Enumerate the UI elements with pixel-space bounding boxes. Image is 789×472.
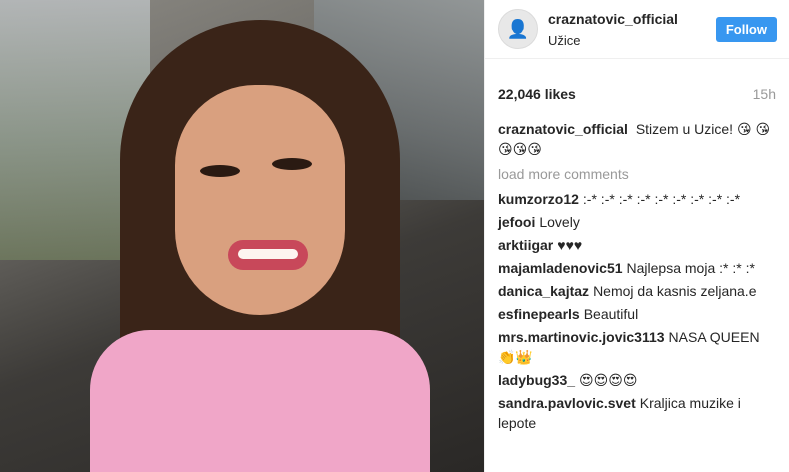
comment-item: ladybug33_ 😍😍😍😍 <box>498 370 776 390</box>
load-more-comments[interactable]: load more comments <box>498 166 776 182</box>
comment-item: danica_kajtaz Nemoj da kasnis zeljana.e <box>498 281 776 301</box>
comment-text: Lovely <box>539 214 580 230</box>
caption-username[interactable]: craznatovic_official <box>498 121 628 137</box>
post-sidebar: 👤 craznatovic_official Užice Follow 22,0… <box>484 0 789 472</box>
comment-text: Beautiful <box>583 306 639 322</box>
post-photo[interactable] <box>0 0 484 472</box>
comment-username[interactable]: jefooi <box>498 214 535 230</box>
comment-text: Najlepsa moja :* :* :* <box>626 260 755 276</box>
post-header: 👤 craznatovic_official Užice Follow <box>485 0 789 59</box>
comment-item: arktiigar ♥♥♥ <box>498 235 776 255</box>
follow-button[interactable]: Follow <box>715 16 777 42</box>
photo-eye-right <box>272 158 312 170</box>
comment-item: mrs.martinovic.jovic3113 NASA QUEEN👏👑 <box>498 327 776 367</box>
photo-smile <box>238 249 298 259</box>
user-avatar-icon: 👤 <box>506 18 530 39</box>
comment-text: 😍😍😍😍 <box>579 372 638 388</box>
comment-username[interactable]: esfinepearls <box>498 306 580 322</box>
avatar[interactable]: 👤 <box>498 9 538 49</box>
post-caption: craznatovic_official Stizem u Uzice! 😘 😘… <box>498 119 776 159</box>
post-location[interactable]: Užice <box>548 33 716 48</box>
comment-username[interactable]: majamladenovic51 <box>498 260 623 276</box>
comment-username[interactable]: sandra.pavlovic.svet <box>498 395 636 411</box>
comment-username[interactable]: ladybug33_ <box>498 372 575 388</box>
comment-item: kumzorzo12:-* :-* :-* :-* :-* :-* :-* :-… <box>498 189 776 209</box>
comment-text: Nemoj da kasnis zeljana.e <box>593 283 757 299</box>
photo-pink-top <box>90 330 430 472</box>
comment-username[interactable]: mrs.martinovic.jovic3113 <box>498 329 665 345</box>
comments-list: craznatovic_official Stizem u Uzice! 😘 😘… <box>485 114 789 472</box>
instagram-post: 👤 craznatovic_official Užice Follow 22,0… <box>0 0 789 472</box>
likes-count[interactable]: 22,046 likes <box>498 86 576 102</box>
post-time[interactable]: 15h <box>753 86 776 102</box>
photo-eye-left <box>200 165 240 177</box>
comment-username[interactable]: danica_kajtaz <box>498 283 589 299</box>
comment-item: majamladenovic51 Najlepsa moja :* :* :* <box>498 258 776 278</box>
comment-item: sandra.pavlovic.svet Kraljica muzike i le… <box>498 393 776 433</box>
comment-item: jefooi Lovely <box>498 212 776 232</box>
comment-username[interactable]: kumzorzo12 <box>498 191 579 207</box>
comment-username[interactable]: arktiigar <box>498 237 553 253</box>
post-author: craznatovic_official Užice <box>548 11 716 48</box>
comment-item: esfinepearls Beautiful <box>498 304 776 324</box>
comment-text: :-* :-* :-* :-* :-* :-* :-* :-* :-* <box>582 191 741 207</box>
photo-face <box>175 85 345 315</box>
comment-text: ♥♥♥ <box>557 237 583 253</box>
post-meta: 22,046 likes 15h <box>485 59 789 114</box>
author-username[interactable]: craznatovic_official <box>548 11 716 27</box>
